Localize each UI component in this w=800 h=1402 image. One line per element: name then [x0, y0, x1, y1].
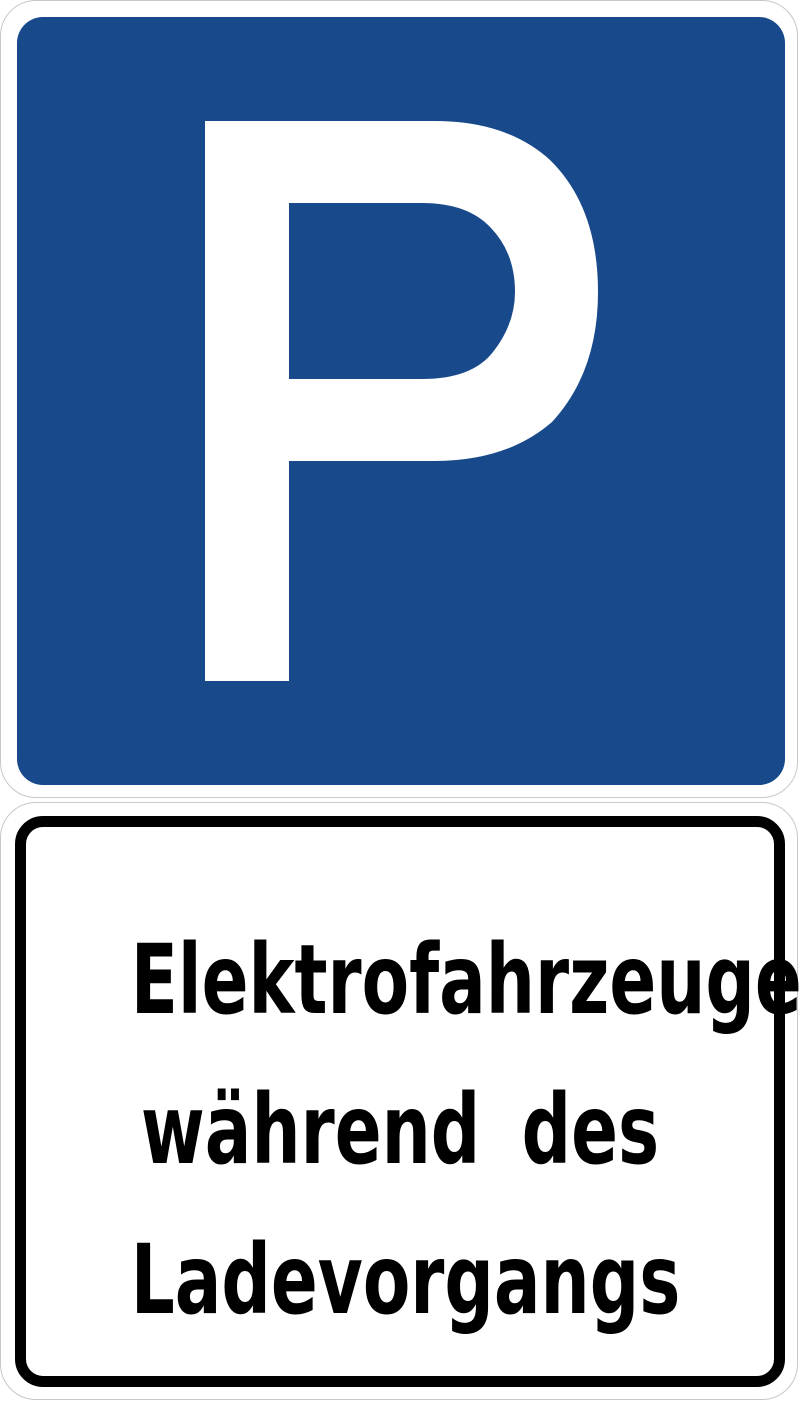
sign-text-line-2: während des	[140, 1074, 660, 1186]
sign-text-line-3: Ladevorgangs	[130, 1224, 681, 1336]
parking-p-symbol-icon	[205, 121, 598, 681]
sign-text-line-1: Elektrofahrzeuge	[130, 924, 800, 1036]
supplementary-sign-frame: Elektrofahrzeuge während des Ladevorgang…	[15, 816, 800, 1387]
parking-sign-face	[17, 17, 785, 785]
supplementary-sign: Elektrofahrzeuge während des Ladevorgang…	[0, 802, 800, 1400]
supplementary-sign-text: Elektrofahrzeuge während des Ladevorgang…	[130, 905, 800, 1355]
parking-sign	[0, 0, 798, 798]
